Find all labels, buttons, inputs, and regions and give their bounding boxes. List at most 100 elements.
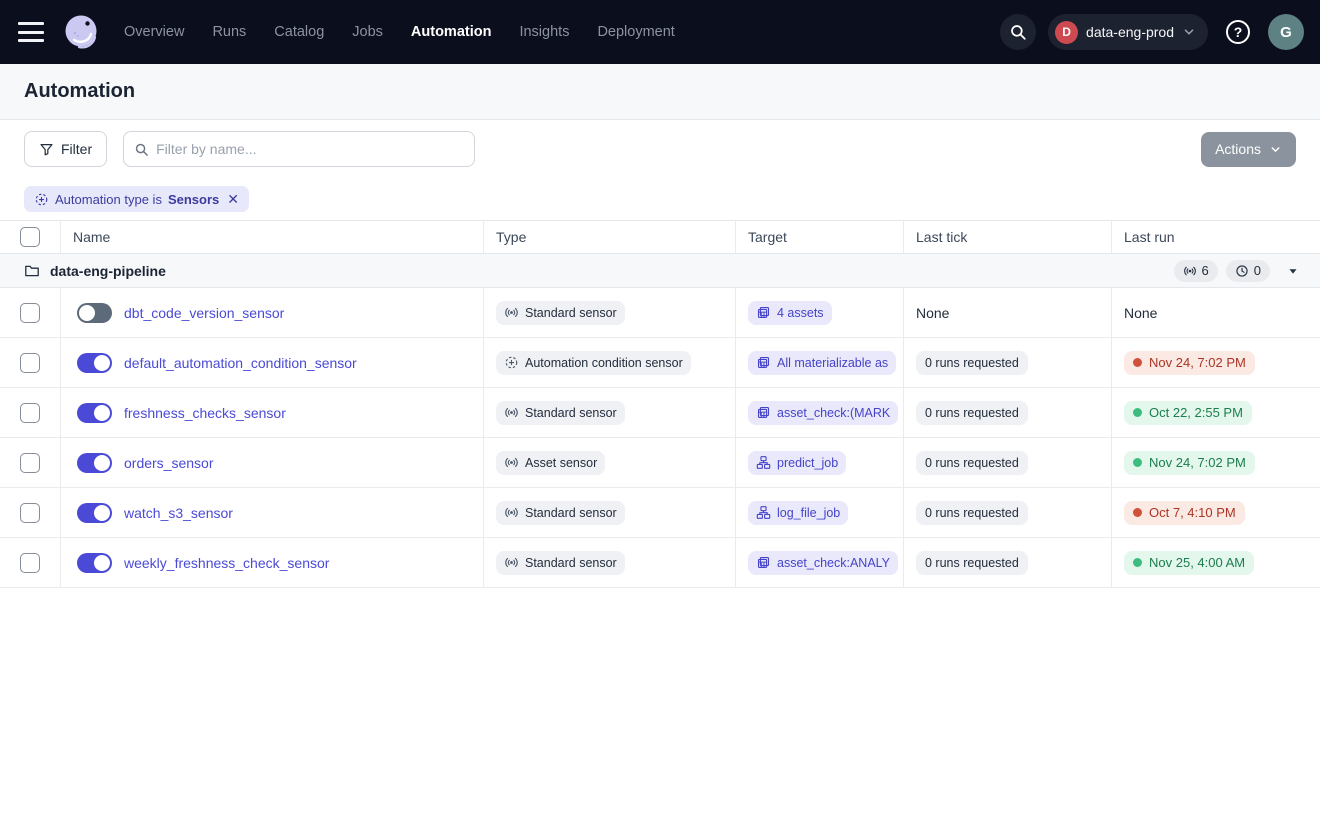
run-status-dot — [1133, 508, 1142, 517]
table-row: orders_sensor Asset sensor predict_job 0… — [0, 438, 1320, 488]
row-checkbox[interactable] — [20, 553, 40, 573]
column-header-last-run: Last run — [1111, 221, 1320, 253]
nav-link-automation[interactable]: Automation — [411, 24, 492, 40]
job-icon — [756, 505, 771, 520]
automation-table: Name Type Target Last tick Last run data… — [0, 221, 1320, 588]
sensor-toggle[interactable] — [77, 453, 112, 473]
column-header-last-tick: Last tick — [903, 221, 1111, 253]
sensor-toggle[interactable] — [77, 303, 112, 323]
nav-link-deployment[interactable]: Deployment — [597, 24, 674, 40]
search-icon — [134, 142, 149, 157]
page-title: Automation — [24, 80, 135, 103]
nav-link-overview[interactable]: Overview — [124, 24, 184, 40]
sensor-toggle[interactable] — [77, 403, 112, 423]
clock-icon — [1235, 264, 1249, 278]
column-header-target: Target — [735, 221, 903, 253]
select-all-checkbox[interactable] — [20, 227, 40, 247]
workspace-name: data-eng-prod — [1086, 24, 1174, 40]
type-badge: Automation condition sensor — [496, 351, 691, 375]
sensor-name-link[interactable]: freshness_checks_sensor — [124, 405, 286, 421]
sensor-toggle[interactable] — [77, 503, 112, 523]
dagster-logo — [60, 11, 102, 53]
last-tick: 0 runs requested — [916, 551, 1028, 575]
automation-condition-icon — [34, 192, 49, 207]
sensor-name-link[interactable]: orders_sensor — [124, 455, 214, 471]
run-status-dot — [1133, 558, 1142, 567]
help-button[interactable]: ? — [1220, 14, 1256, 50]
sensor-name-link[interactable]: default_automation_condition_sensor — [124, 355, 357, 371]
filter-chip-prefix: Automation type is — [55, 192, 162, 207]
run-status-dot — [1133, 458, 1142, 467]
workspace-badge: D — [1055, 21, 1078, 44]
nav-link-jobs[interactable]: Jobs — [352, 24, 383, 40]
main-nav: Overview Runs Catalog Jobs Automation In… — [124, 24, 675, 40]
last-tick: 0 runs requested — [916, 351, 1028, 375]
type-badge: Standard sensor — [496, 551, 625, 575]
target-link[interactable]: asset_check:ANALY — [748, 551, 898, 575]
nav-link-runs[interactable]: Runs — [212, 24, 246, 40]
last-run-link[interactable]: Nov 24, 7:02 PM — [1124, 451, 1255, 475]
row-checkbox[interactable] — [20, 503, 40, 523]
last-run-link[interactable]: Nov 25, 4:00 AM — [1124, 551, 1254, 575]
target-link[interactable]: predict_job — [748, 451, 846, 475]
sensor-name-link[interactable]: watch_s3_sensor — [124, 505, 233, 521]
page-header: Automation — [0, 64, 1320, 120]
table-row: freshness_checks_sensor Standard sensor … — [0, 388, 1320, 438]
close-icon[interactable]: ✕ — [227, 191, 239, 208]
last-tick: None — [916, 305, 949, 321]
row-checkbox[interactable] — [20, 403, 40, 423]
last-tick: 0 runs requested — [916, 401, 1028, 425]
run-status-dot — [1133, 358, 1142, 367]
job-icon — [756, 455, 771, 470]
filter-button-label: Filter — [61, 141, 92, 157]
avatar[interactable]: G — [1268, 14, 1304, 50]
filter-chip-value: Sensors — [168, 192, 219, 207]
chevron-down-icon — [1182, 25, 1196, 39]
menu-icon[interactable] — [18, 22, 44, 42]
target-link[interactable]: All materializable as — [748, 351, 896, 375]
target-link[interactable]: asset_check:(MARK — [748, 401, 898, 425]
filter-button[interactable]: Filter — [24, 131, 107, 167]
row-checkbox[interactable] — [20, 353, 40, 373]
search-button[interactable] — [1000, 14, 1036, 50]
toolbar: Filter Actions — [0, 120, 1320, 178]
asset-icon — [756, 355, 771, 370]
nav-link-catalog[interactable]: Catalog — [274, 24, 324, 40]
last-run-link[interactable]: Oct 7, 4:10 PM — [1124, 501, 1245, 525]
sensor-icon — [504, 555, 519, 570]
last-run-link[interactable]: Nov 24, 7:02 PM — [1124, 351, 1255, 375]
sensor-icon — [504, 405, 519, 420]
last-run-link[interactable]: Oct 22, 2:55 PM — [1124, 401, 1252, 425]
group-row[interactable]: data-eng-pipeline 6 0 — [0, 254, 1320, 288]
type-badge: Standard sensor — [496, 501, 625, 525]
table-row: watch_s3_sensor Standard sensor log_file… — [0, 488, 1320, 538]
workspace-switcher[interactable]: D data-eng-prod — [1048, 14, 1208, 50]
sensor-toggle[interactable] — [77, 553, 112, 573]
filter-chip-automation-type[interactable]: Automation type is Sensors ✕ — [24, 186, 249, 212]
sensor-icon — [1183, 264, 1197, 278]
name-filter-input[interactable] — [156, 141, 464, 157]
actions-button[interactable]: Actions — [1201, 132, 1296, 167]
actions-button-label: Actions — [1215, 141, 1261, 157]
row-checkbox[interactable] — [20, 453, 40, 473]
target-link[interactable]: 4 assets — [748, 301, 832, 325]
sensor-toggle[interactable] — [77, 353, 112, 373]
asset-icon — [756, 555, 771, 570]
table-header: Name Type Target Last tick Last run — [0, 221, 1320, 254]
sensor-name-link[interactable]: weekly_freshness_check_sensor — [124, 555, 329, 571]
table-row: default_automation_condition_sensor Auto… — [0, 338, 1320, 388]
nav-link-insights[interactable]: Insights — [519, 24, 569, 40]
row-checkbox[interactable] — [20, 303, 40, 323]
sensor-name-link[interactable]: dbt_code_version_sensor — [124, 305, 284, 321]
column-header-name: Name — [60, 221, 483, 253]
group-name: data-eng-pipeline — [50, 263, 166, 279]
chevron-down-icon — [1269, 143, 1282, 156]
caret-down-icon — [1286, 264, 1300, 278]
last-tick: 0 runs requested — [916, 501, 1028, 525]
help-icon: ? — [1226, 20, 1250, 44]
sensor-icon — [504, 305, 519, 320]
sensor-icon — [504, 455, 519, 470]
target-link[interactable]: log_file_job — [748, 501, 848, 525]
collapse-group-button[interactable] — [1286, 264, 1300, 278]
search-icon — [1009, 23, 1027, 41]
